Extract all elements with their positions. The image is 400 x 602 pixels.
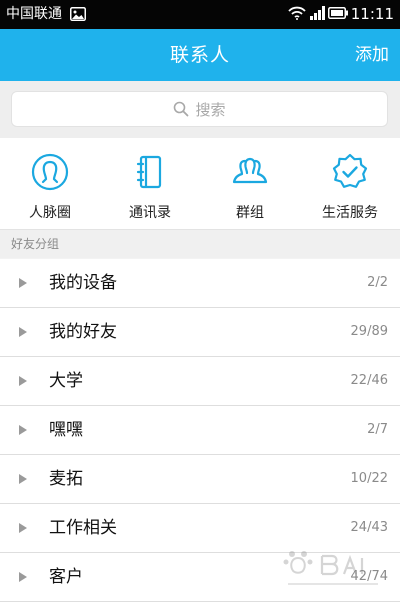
group-count: 2/7 <box>367 422 388 437</box>
group-name: 工作相关 <box>49 518 117 538</box>
group-name: 客户 <box>49 567 83 587</box>
group-count: 22/46 <box>350 373 388 388</box>
expand-arrow-icon <box>19 474 27 484</box>
group-name: 我的设备 <box>49 273 117 293</box>
group-row[interactable]: 我的好友 29/89 <box>0 308 400 357</box>
group-icon <box>232 157 268 184</box>
quick-item-label: 群组 <box>236 205 264 221</box>
search-input[interactable]: 搜索 <box>11 91 388 127</box>
title-bar: 联系人 添加 <box>0 29 400 81</box>
service-badge-icon <box>332 153 368 188</box>
group-row[interactable]: 客户 42/74 <box>0 553 400 602</box>
group-name: 麦拓 <box>49 469 83 489</box>
group-name: 大学 <box>49 371 83 391</box>
group-row[interactable]: 麦拓 10/22 <box>0 455 400 504</box>
person-circle-icon <box>31 153 69 191</box>
carrier-name: 中国联通 <box>6 6 62 22</box>
address-book-icon <box>136 155 162 189</box>
group-name: 我的好友 <box>49 322 117 342</box>
image-notification-icon <box>70 7 86 21</box>
clock: 11:11 <box>350 5 394 23</box>
battery-icon <box>328 7 348 19</box>
expand-arrow-icon <box>19 523 27 533</box>
wifi-icon <box>288 6 306 20</box>
group-list: 我的设备 2/2 我的好友 29/89 大学 22/46 嘿嘿 2/7 麦拓 1… <box>0 259 400 602</box>
signal-icon <box>310 6 325 20</box>
quick-item-label: 人脉圈 <box>29 205 71 221</box>
search-icon <box>174 101 189 117</box>
expand-arrow-icon <box>19 327 27 337</box>
add-button[interactable]: 添加 <box>355 29 389 81</box>
group-count: 24/43 <box>350 520 388 535</box>
quick-item-person-circle[interactable]: 人脉圈 <box>0 138 100 229</box>
group-row[interactable]: 大学 22/46 <box>0 357 400 406</box>
quick-actions: 人脉圈 通讯录 群组 生活服务 <box>0 138 400 230</box>
expand-arrow-icon <box>19 278 27 288</box>
page-title: 联系人 <box>169 44 230 66</box>
quick-item-address-book[interactable]: 通讯录 <box>100 138 200 229</box>
group-row[interactable]: 工作相关 24/43 <box>0 504 400 553</box>
group-count: 2/2 <box>367 275 388 290</box>
group-count: 29/89 <box>350 324 388 339</box>
quick-item-label: 生活服务 <box>322 205 378 221</box>
section-header: 好友分组 <box>0 230 400 258</box>
group-name: 嘿嘿 <box>49 420 83 440</box>
search-area: 搜索 <box>0 81 400 138</box>
group-count: 42/74 <box>350 569 388 584</box>
quick-item-label: 通讯录 <box>129 205 171 221</box>
section-title: 好友分组 <box>11 237 60 251</box>
expand-arrow-icon <box>19 376 27 386</box>
expand-arrow-icon <box>19 425 27 435</box>
group-count: 10/22 <box>350 471 388 486</box>
status-bar: 中国联通 11:11 <box>0 0 400 29</box>
search-placeholder: 搜索 <box>195 100 226 119</box>
group-row[interactable]: 我的设备 2/2 <box>0 259 400 308</box>
group-row[interactable]: 嘿嘿 2/7 <box>0 406 400 455</box>
quick-item-life-services[interactable]: 生活服务 <box>300 138 400 229</box>
quick-item-group[interactable]: 群组 <box>200 138 300 229</box>
expand-arrow-icon <box>19 572 27 582</box>
